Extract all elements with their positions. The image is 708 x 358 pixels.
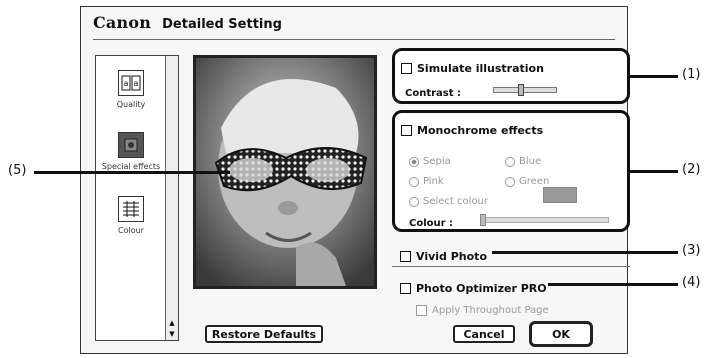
callout-line-5 (34, 171, 230, 174)
dialog-title-bar: Canon Detailed Setting (93, 13, 615, 35)
sidebar-item-label: Quality (116, 100, 146, 109)
radio-green-label: Green (519, 176, 550, 187)
apply-throughout-page-label: Apply Throughout Page (432, 305, 549, 316)
vivid-photo-label: Vivid Photo (416, 250, 488, 263)
sidebar-item-colour[interactable]: Colour (96, 196, 166, 235)
contrast-slider-thumb[interactable] (518, 84, 524, 96)
callout-label-4: (4) (682, 275, 701, 290)
colour-swatch[interactable] (543, 187, 577, 203)
monochrome-effects-label: Monochrome effects (417, 124, 544, 137)
radio-blue[interactable]: Blue (505, 151, 541, 170)
radio-pink-button[interactable] (409, 176, 419, 187)
radio-sepia-label: Sepia (423, 156, 451, 167)
radio-select-colour[interactable]: Select colour (409, 191, 488, 210)
radio-sepia[interactable]: Sepia (409, 151, 451, 170)
vivid-photo-checkbox[interactable] (400, 251, 411, 262)
monochrome-effects-checkbox[interactable] (401, 125, 412, 136)
colour-slider-thumb[interactable] (480, 214, 486, 226)
colour-label: Colour : (409, 218, 454, 229)
restore-defaults-button[interactable]: Restore Defaults (205, 325, 323, 343)
contrast-label: Contrast : (405, 88, 462, 99)
sidebar-item-quality[interactable]: aa Quality (96, 70, 166, 109)
radio-sepia-button[interactable] (409, 156, 419, 167)
divider (392, 266, 630, 267)
callout-label-5: (5) (8, 163, 27, 178)
monochrome-effects-group: Monochrome effects Sepia Blue Pink Green… (392, 110, 630, 232)
callout-label-2: (2) (682, 162, 701, 177)
sidebar-item-special-effects[interactable]: Special effects (96, 132, 166, 171)
simulate-illustration-group: Simulate illustration Contrast : (392, 48, 630, 104)
callout-label-3: (3) (682, 243, 701, 258)
scroll-up-icon[interactable]: ▲ (167, 318, 177, 328)
ok-button[interactable]: OK (529, 321, 593, 347)
callout-line-2 (630, 170, 678, 173)
canon-logo: Canon (93, 13, 152, 32)
radio-pink[interactable]: Pink (409, 171, 444, 190)
radio-pink-label: Pink (423, 176, 444, 187)
simulate-illustration-label: Simulate illustration (417, 62, 544, 75)
radio-green-button[interactable] (505, 176, 515, 187)
vivid-photo-option[interactable]: Vivid Photo (400, 246, 487, 265)
colour-icon (118, 196, 144, 222)
sidebar-item-label: Colour (118, 226, 144, 235)
apply-throughout-page-checkbox[interactable] (416, 305, 427, 316)
settings-sidebar: aa Quality Special effects Colour ▲ ▼ (95, 55, 179, 341)
photo-optimizer-label: Photo Optimizer PRO (416, 282, 547, 295)
cancel-button[interactable]: Cancel (453, 325, 515, 343)
sidebar-item-label: Special effects (101, 162, 161, 171)
callout-line-4 (548, 283, 678, 286)
radio-blue-button[interactable] (505, 156, 515, 167)
title-divider (93, 39, 615, 40)
colour-slider[interactable] (480, 214, 609, 226)
photo-optimizer-checkbox[interactable] (400, 283, 411, 294)
dialog-title: Detailed Setting (162, 17, 282, 32)
sidebar-scrollbar[interactable]: ▲ ▼ (165, 56, 178, 340)
callout-line-1 (630, 75, 678, 78)
photo-optimizer-option[interactable]: Photo Optimizer PRO (400, 278, 547, 297)
apply-throughout-page-option[interactable]: Apply Throughout Page (416, 300, 549, 319)
contrast-slider[interactable] (493, 84, 557, 96)
svg-text:a: a (134, 79, 139, 88)
simulate-illustration-checkbox[interactable] (401, 63, 412, 74)
callout-line-3 (492, 251, 678, 254)
radio-blue-label: Blue (519, 156, 542, 167)
callout-label-1: (1) (682, 67, 701, 82)
quality-icon: aa (118, 70, 144, 96)
special-effects-icon (118, 132, 144, 158)
svg-text:a: a (124, 79, 129, 88)
radio-select-colour-label: Select colour (423, 196, 488, 207)
radio-select-colour-button[interactable] (409, 196, 419, 207)
scroll-down-icon[interactable]: ▼ (167, 329, 177, 339)
